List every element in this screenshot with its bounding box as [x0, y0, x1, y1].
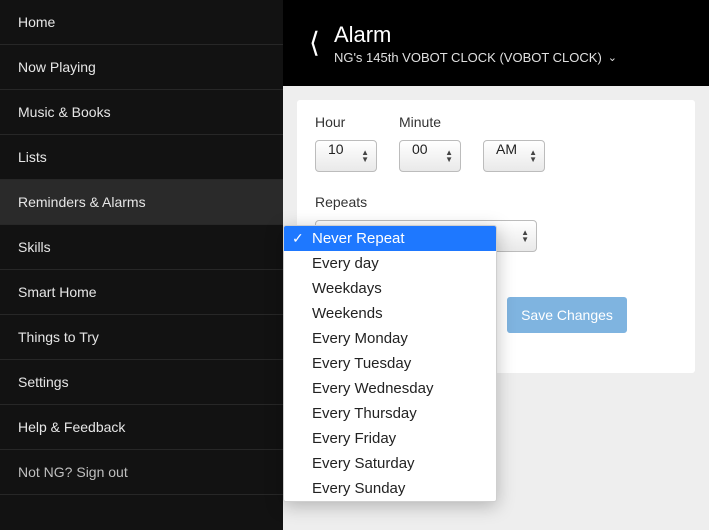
back-icon[interactable]: ⟨ — [295, 29, 334, 57]
sidebar-item-home[interactable]: Home — [0, 0, 283, 45]
sidebar-item-skills[interactable]: Skills — [0, 225, 283, 270]
minute-label: Minute — [399, 114, 461, 130]
device-selector[interactable]: NG's 145th VOBOT CLOCK (VOBOT CLOCK) ⌄ — [334, 50, 617, 65]
hour-select[interactable]: 10 — [315, 140, 377, 172]
sidebar-item-smart-home[interactable]: Smart Home — [0, 270, 283, 315]
main: ⟨ Alarm NG's 145th VOBOT CLOCK (VOBOT CL… — [283, 0, 709, 530]
sidebar-item-lists[interactable]: Lists — [0, 135, 283, 180]
ampm-label — [483, 114, 545, 130]
minute-select[interactable]: 00 — [399, 140, 461, 172]
dropdown-option-every-tuesday[interactable]: Every Tuesday — [284, 351, 496, 376]
repeats-label: Repeats — [315, 194, 677, 210]
dropdown-option-every-thursday[interactable]: Every Thursday — [284, 401, 496, 426]
dropdown-option-weekdays[interactable]: Weekdays — [284, 276, 496, 301]
ampm-select[interactable]: AM — [483, 140, 545, 172]
sidebar-item-reminders-alarms[interactable]: Reminders & Alarms — [0, 180, 283, 225]
sidebar-item-sign-out[interactable]: Not NG? Sign out — [0, 450, 283, 495]
sidebar-item-music-books[interactable]: Music & Books — [0, 90, 283, 135]
dropdown-option-every-wednesday[interactable]: Every Wednesday — [284, 376, 496, 401]
sidebar-item-now-playing[interactable]: Now Playing — [0, 45, 283, 90]
sidebar: Home Now Playing Music & Books Lists Rem… — [0, 0, 283, 530]
repeats-dropdown[interactable]: Never Repeat Every day Weekdays Weekends… — [283, 225, 497, 502]
sidebar-item-help-feedback[interactable]: Help & Feedback — [0, 405, 283, 450]
dropdown-option-every-friday[interactable]: Every Friday — [284, 426, 496, 451]
chevron-down-icon: ⌄ — [608, 51, 617, 64]
dropdown-option-weekends[interactable]: Weekends — [284, 301, 496, 326]
dropdown-option-every-monday[interactable]: Every Monday — [284, 326, 496, 351]
header: ⟨ Alarm NG's 145th VOBOT CLOCK (VOBOT CL… — [283, 0, 709, 86]
sidebar-item-things-to-try[interactable]: Things to Try — [0, 315, 283, 360]
dropdown-option-every-day[interactable]: Every day — [284, 251, 496, 276]
save-button[interactable]: Save Changes — [507, 297, 627, 333]
hour-label: Hour — [315, 114, 377, 130]
device-name: NG's 145th VOBOT CLOCK (VOBOT CLOCK) — [334, 50, 602, 65]
dropdown-option-never-repeat[interactable]: Never Repeat — [284, 226, 496, 251]
sidebar-item-settings[interactable]: Settings — [0, 360, 283, 405]
page-title: Alarm — [334, 22, 617, 48]
dropdown-option-every-sunday[interactable]: Every Sunday — [284, 476, 496, 501]
dropdown-option-every-saturday[interactable]: Every Saturday — [284, 451, 496, 476]
